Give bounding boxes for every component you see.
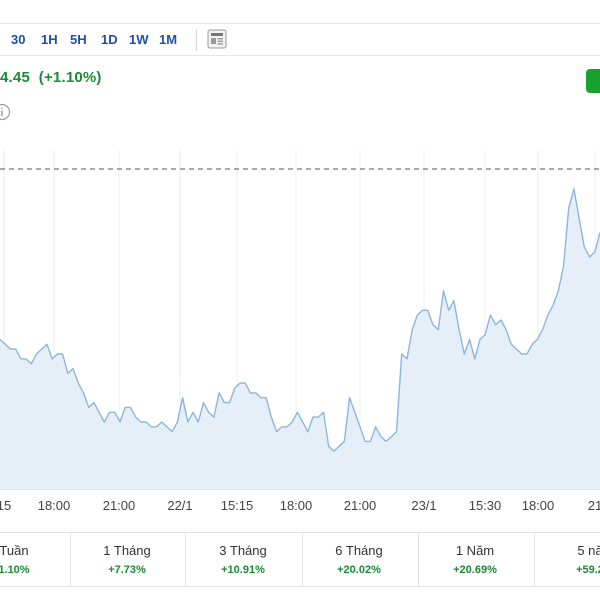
performance-period-value: +59.2	[576, 564, 600, 576]
performance-period-value: 1.10%	[0, 564, 30, 576]
performance-period-label: 1 Năm	[455, 543, 495, 558]
x-axis: 15 18:00 21:00 22/1 15:15 18:00 21:00 23/1 15:30…	[0, 490, 600, 520]
change-absolute: 4.45	[0, 69, 30, 86]
performance-period-label: Tuần	[0, 543, 29, 558]
performance-cell[interactable]: 5 nă +59.2	[532, 533, 600, 586]
x-tick-label: 23/1	[411, 498, 437, 513]
x-tick-label: 21:00	[102, 498, 136, 513]
performance-cell[interactable]: 1 Tháng +7.73%	[69, 533, 185, 586]
performance-period-value: +20.02%	[337, 564, 381, 576]
performance-bar: Tuần 1.10% 1 Tháng +7.73% 3 Tháng +10.91% 6 Th…	[0, 532, 600, 587]
performance-period-value: +20.69%	[453, 564, 497, 576]
x-tick-label: 21	[587, 498, 600, 513]
price-chart	[0, 150, 600, 490]
performance-cell[interactable]: Tuần 1.10%	[0, 533, 72, 586]
performance-period-label: 3 Tháng	[219, 543, 267, 558]
timeframe-30[interactable]: 30	[11, 32, 25, 47]
info-icon[interactable]	[0, 103, 11, 121]
performance-separator	[534, 533, 535, 586]
x-tick-label: 21:00	[343, 498, 377, 513]
performance-separator	[70, 533, 71, 586]
performance-cell[interactable]: 1 Năm +20.69%	[417, 533, 533, 586]
performance-period-value: +7.73%	[108, 564, 146, 576]
performance-cell[interactable]: 6 Tháng +20.02%	[301, 533, 417, 586]
trade-button[interactable]	[586, 69, 600, 93]
performance-separator	[185, 533, 186, 586]
x-tick-label: 18:00	[279, 498, 313, 513]
newspaper-icon[interactable]	[206, 28, 228, 50]
timeframe-toolbar: 30 1H 5H 1D 1W 1M	[0, 24, 600, 54]
timeframe-1w[interactable]: 1W	[129, 32, 149, 47]
timeframe-1m[interactable]: 1M	[159, 32, 177, 47]
change-percent: (+1.10%)	[38, 69, 102, 86]
performance-period-label: 5 nă	[577, 543, 600, 558]
performance-period-label: 1 Tháng	[103, 543, 151, 558]
performance-period-value: +10.91%	[221, 564, 265, 576]
x-tick-label: 18:00	[521, 498, 555, 513]
toolbar-divider	[0, 55, 600, 56]
performance-separator	[302, 533, 303, 586]
performance-separator	[418, 533, 419, 586]
x-tick-label: 22/1	[167, 498, 193, 513]
performance-cell[interactable]: 3 Tháng +10.91%	[185, 533, 301, 586]
x-tick-label: 15:15	[220, 498, 254, 513]
timeframe-5h[interactable]: 5H	[70, 32, 87, 47]
x-tick-label: 18:00	[37, 498, 71, 513]
timeframe-1h[interactable]: 1H	[41, 32, 58, 47]
x-tick-label: 15	[0, 498, 12, 513]
timeframe-1d[interactable]: 1D	[101, 32, 118, 47]
toolbar-separator	[196, 29, 197, 51]
performance-period-label: 6 Tháng	[335, 543, 383, 558]
x-tick-label: 15:30	[468, 498, 502, 513]
price-change: 4.45 (+1.10%)	[0, 69, 102, 86]
